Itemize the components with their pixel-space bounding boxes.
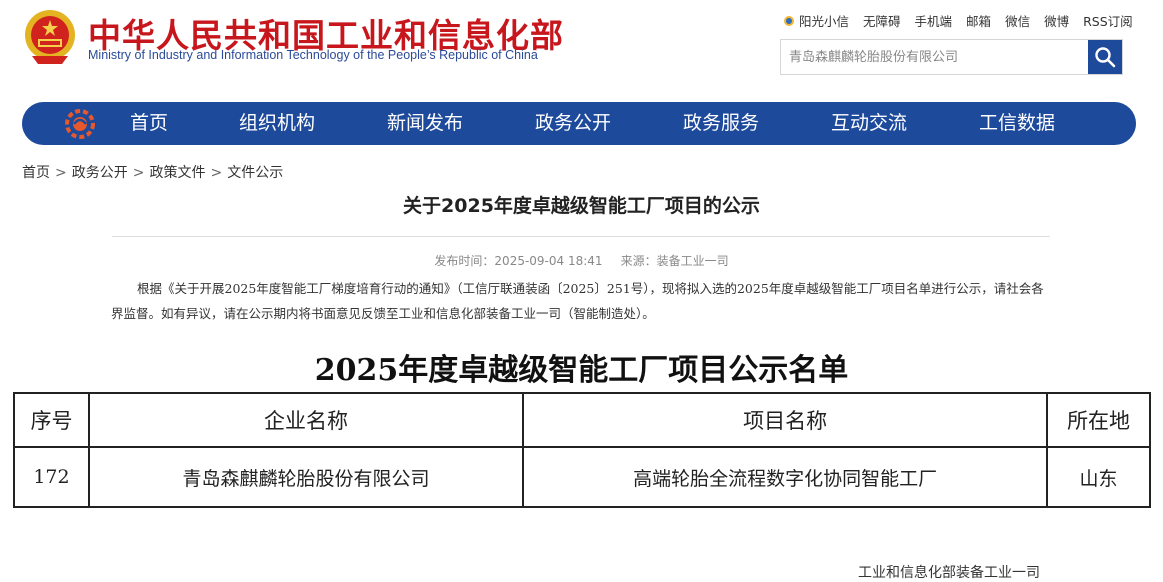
sunshine-mascot-icon bbox=[784, 15, 794, 26]
nav-item-news[interactable]: 新闻发布 bbox=[387, 102, 463, 145]
nav-item-government-services[interactable]: 政务服务 bbox=[683, 102, 759, 145]
breadcrumb: 首页 > 政务公开 > 政策文件 > 文件公示 bbox=[22, 162, 283, 182]
site-subtitle: Ministry of Industry and Information Tec… bbox=[88, 48, 538, 62]
breadcrumb-policy-documents[interactable]: 政策文件 bbox=[149, 165, 205, 181]
nav-item-organization[interactable]: 组织机构 bbox=[239, 102, 315, 145]
cell-project: 高端轮胎全流程数字化协同智能工厂 bbox=[522, 446, 1049, 508]
top-link-accessibility[interactable]: 无障碍 bbox=[863, 11, 901, 30]
top-link-mail[interactable]: 邮箱 bbox=[966, 11, 991, 30]
nav-item-data[interactable]: 工信数据 bbox=[979, 102, 1055, 145]
breadcrumb-separator-icon: > bbox=[210, 165, 223, 181]
nav-item-home[interactable]: 首页 bbox=[130, 102, 168, 145]
nav-item-interaction[interactable]: 互动交流 bbox=[831, 102, 907, 145]
issuing-department: 工业和信息化部装备工业一司 bbox=[858, 565, 1040, 581]
miit-logo-icon bbox=[65, 109, 95, 139]
article-meta: 发布时间：2025-09-04 18:41 来源：装备工业一司 bbox=[0, 252, 1163, 269]
publish-time: 发布时间：2025-09-04 18:41 bbox=[434, 254, 603, 268]
article-body: 根据《关于开展2025年度智能工厂梯度培育行动的通知》（工信厅联通装函〔2025… bbox=[111, 281, 1044, 321]
breadcrumb-separator-icon: > bbox=[132, 165, 145, 181]
top-links: 阳光小信 无障碍 手机端 邮箱 微信 微博 RSS订阅 bbox=[782, 11, 1133, 30]
national-emblem-icon bbox=[22, 8, 78, 66]
breadcrumb-separator-icon: > bbox=[55, 165, 67, 181]
list-title: 2025年度卓越级智能工厂项目公示名单 bbox=[314, 353, 849, 388]
table-row: 172 青岛森麒麟轮胎股份有限公司 高端轮胎全流程数字化协同智能工厂 山东 bbox=[13, 446, 1151, 508]
breadcrumb-government-affairs[interactable]: 政务公开 bbox=[72, 165, 128, 181]
search-icon bbox=[1095, 47, 1116, 68]
article-source: 来源：装备工业一司 bbox=[620, 254, 729, 268]
top-link-mobile[interactable]: 手机端 bbox=[915, 11, 953, 30]
title-divider bbox=[112, 236, 1050, 237]
cell-company: 青岛森麒麟轮胎股份有限公司 bbox=[87, 446, 525, 508]
project-list-table: 序号 企业名称 项目名称 所在地 172 青岛森麒麟轮胎股份有限公司 高端轮胎全… bbox=[13, 392, 1151, 508]
search-box bbox=[780, 39, 1123, 75]
breadcrumb-home[interactable]: 首页 bbox=[22, 165, 50, 181]
column-header-number: 序号 bbox=[13, 392, 90, 448]
breadcrumb-document-notice[interactable]: 文件公示 bbox=[227, 165, 283, 181]
column-header-project: 项目名称 bbox=[522, 392, 1049, 448]
search-button[interactable] bbox=[1088, 40, 1122, 74]
table-header-row: 序号 企业名称 项目名称 所在地 bbox=[13, 392, 1151, 448]
article-title: 关于2025年度卓越级智能工厂项目的公示 bbox=[403, 195, 760, 217]
top-link-weibo[interactable]: 微博 bbox=[1044, 11, 1069, 30]
nav-item-government-affairs[interactable]: 政务公开 bbox=[535, 102, 611, 145]
main-nav: 首页 组织机构 新闻发布 政务公开 政务服务 互动交流 工信数据 bbox=[22, 102, 1136, 145]
cell-number: 172 bbox=[13, 446, 90, 508]
top-link-wechat[interactable]: 微信 bbox=[1005, 11, 1030, 30]
top-link-label: 阳光小信 bbox=[799, 14, 850, 29]
cell-location: 山东 bbox=[1046, 446, 1151, 508]
top-link-sunshine[interactable]: 阳光小信 bbox=[782, 11, 849, 30]
top-link-rss[interactable]: RSS订阅 bbox=[1083, 11, 1133, 30]
column-header-location: 所在地 bbox=[1046, 392, 1151, 448]
column-header-company: 企业名称 bbox=[87, 392, 525, 448]
search-input[interactable] bbox=[781, 40, 1088, 74]
